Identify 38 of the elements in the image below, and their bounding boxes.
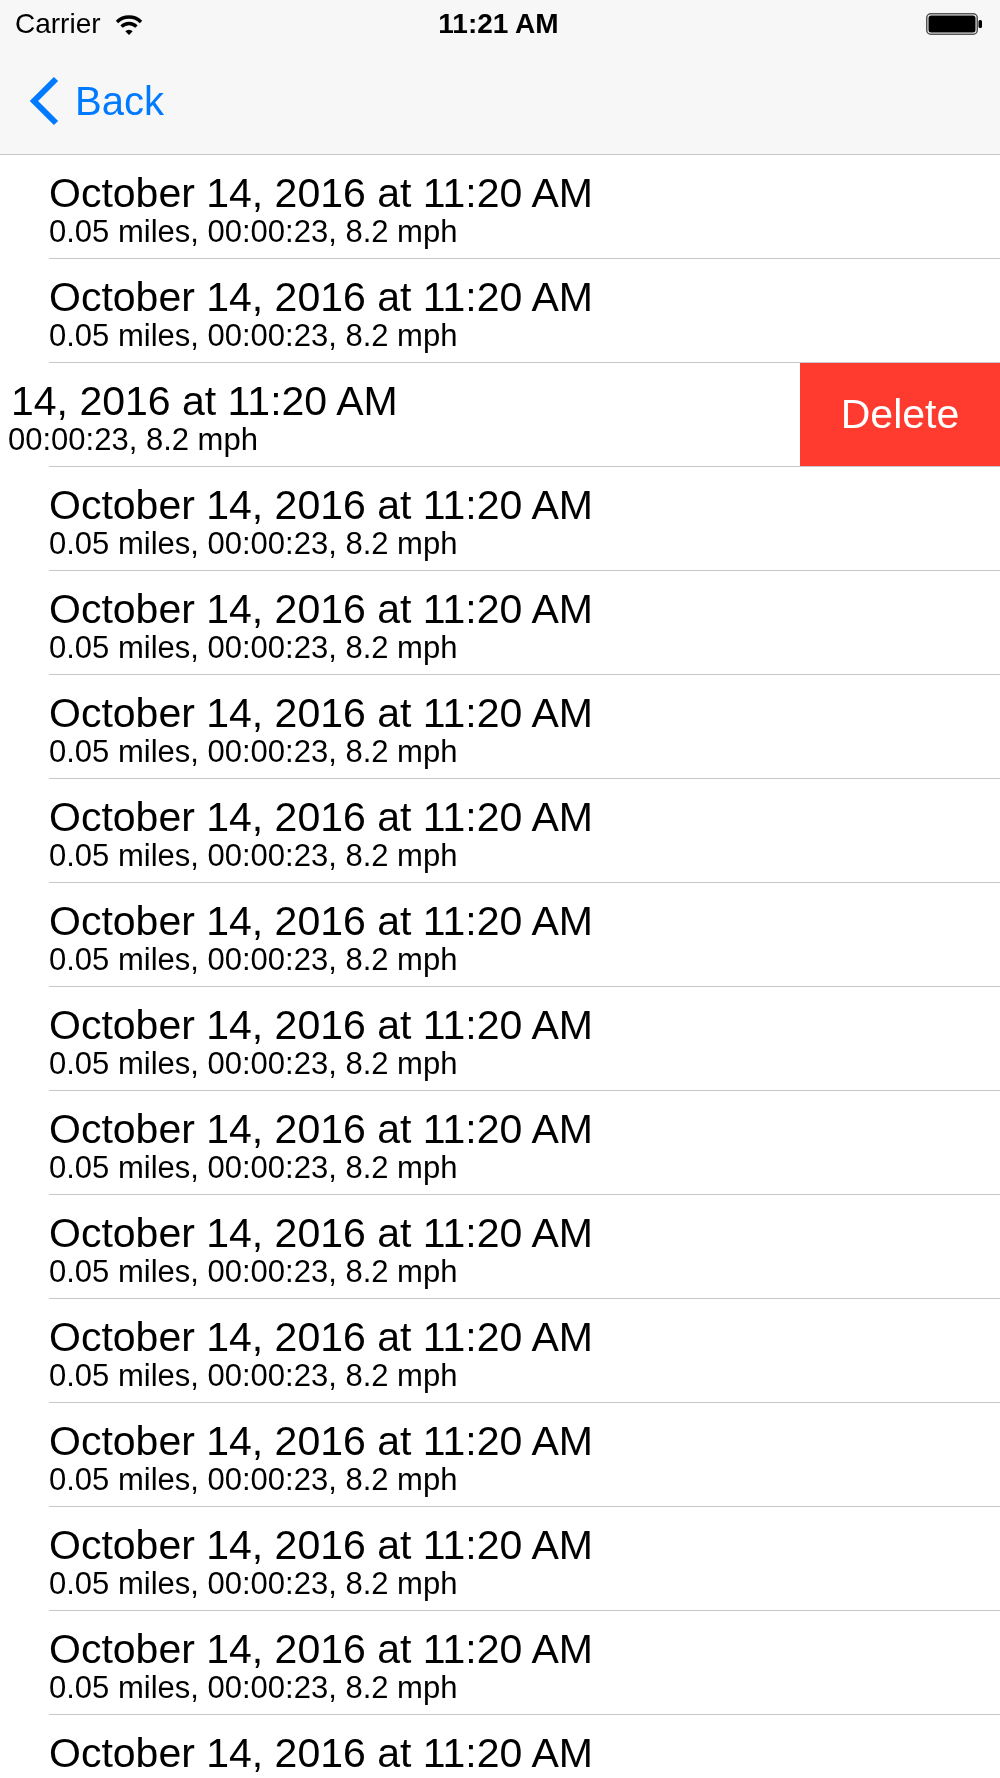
row-title[interactable]: October 14, 2016 at 11:20 AM bbox=[49, 691, 593, 735]
chevron-left-icon bbox=[29, 76, 59, 126]
row-title[interactable]: October 14, 2016 at 11:20 AM bbox=[49, 1003, 593, 1047]
row-detail: 0.05 miles, 00:00:23, 8.2 mph bbox=[49, 631, 458, 665]
row-title[interactable]: October 14, 2016 at 11:20 AM bbox=[49, 171, 593, 215]
row-title[interactable]: October 14, 2016 at 11:20 AM bbox=[49, 1627, 593, 1671]
carrier-name: Carrier bbox=[15, 8, 101, 40]
row-title[interactable]: October 14, 2016 at 11:20 AM bbox=[49, 275, 593, 319]
row-title[interactable]: October 14, 2016 at 11:20 AM bbox=[49, 1523, 593, 1567]
wifi-icon bbox=[114, 13, 143, 35]
row-title[interactable]: October 14, 2016 at 11:20 AM bbox=[49, 1107, 593, 1151]
row-title[interactable]: October 14, 2016 at 11:20 AM bbox=[49, 1211, 593, 1255]
battery-icon bbox=[926, 13, 982, 35]
row-detail: 0.05 miles, 00:00:23, 8.2 mph bbox=[49, 735, 458, 769]
row-detail: 0.05 miles, 00:00:23, 8.2 mph bbox=[49, 1567, 458, 1601]
row-detail: 0.05 miles, 00:00:23, 8.2 mph bbox=[49, 1463, 458, 1497]
row-title[interactable]: October 14, 2016 at 11:20 AM bbox=[49, 483, 593, 527]
row-title[interactable]: October 14, 2016 at 11:20 AM bbox=[49, 899, 593, 943]
row-title[interactable]: October 14, 2016 at 11:20 AM bbox=[49, 795, 593, 839]
row-detail: 0.05 miles, 00:00:23, 8.2 mph bbox=[49, 1255, 458, 1289]
row-detail: 00:00:23, 8.2 mph bbox=[8, 423, 258, 457]
row-title[interactable]: October 14, 2016 at 11:20 AM bbox=[49, 587, 593, 631]
row-detail: 0.05 miles, 00:00:23, 8.2 mph bbox=[49, 527, 458, 561]
row-detail: 0.05 miles, 00:00:23, 8.2 mph bbox=[49, 1359, 458, 1393]
row-detail: 0.05 miles, 00:00:23, 8.2 mph bbox=[49, 319, 458, 353]
row-detail: 0.05 miles, 00:00:23, 8.2 mph bbox=[49, 943, 458, 977]
row-title[interactable]: October 14, 2016 at 11:20 AM bbox=[49, 1419, 593, 1463]
row-detail: 0.05 miles, 00:00:23, 8.2 mph bbox=[49, 215, 458, 249]
row-detail: 0.05 miles, 00:00:23, 8.2 mph bbox=[49, 839, 458, 873]
status-time: 11:21 AM bbox=[438, 8, 559, 40]
row-detail: 0.05 miles, 00:00:23, 8.2 mph bbox=[49, 1151, 458, 1185]
row-title[interactable]: 14, 2016 at 11:20 AM bbox=[11, 379, 398, 423]
row-detail: 0.05 miles, 00:00:23, 8.2 mph bbox=[49, 1671, 458, 1705]
delete-button[interactable]: Delete bbox=[800, 363, 1000, 466]
back-button[interactable]: Back bbox=[29, 76, 164, 126]
row-title[interactable]: October 14, 2016 at 11:20 AM bbox=[49, 1315, 593, 1359]
row-title[interactable]: October 14, 2016 at 11:20 AM bbox=[49, 1731, 593, 1775]
row-detail: 0.05 miles, 00:00:23, 8.2 mph bbox=[49, 1047, 458, 1081]
